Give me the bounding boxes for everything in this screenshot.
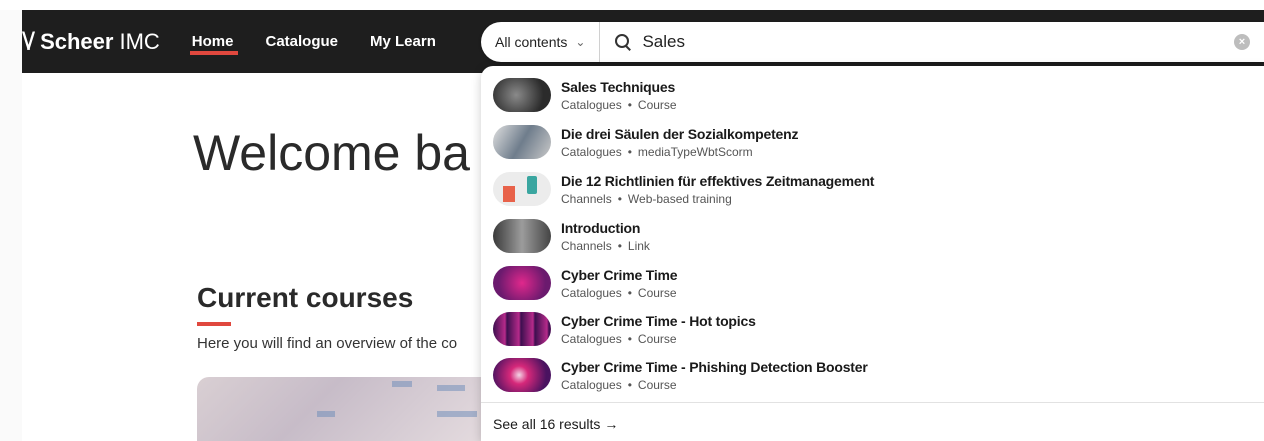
result-title: Introduction xyxy=(561,219,641,236)
welcome-heading: Welcome ba xyxy=(193,125,470,181)
result-title: Die 12 Richtlinien für effektives Zeitma… xyxy=(561,172,875,189)
search-result-item[interactable]: Cyber Crime Time Catalogues • Course xyxy=(493,261,1253,305)
separator-dot: • xyxy=(627,285,632,300)
result-source: Catalogues xyxy=(561,97,622,112)
scheer-logo-mark-icon: \/ xyxy=(22,29,35,54)
course-card[interactable] xyxy=(197,377,497,441)
card-image-detail xyxy=(437,385,465,391)
thumb-detail xyxy=(503,186,515,202)
search-result-item[interactable]: Die 12 Richtlinien für effektives Zeitma… xyxy=(493,167,1253,211)
separator-dot: • xyxy=(617,191,622,206)
result-thumbnail xyxy=(493,172,551,206)
current-courses-heading: Current courses xyxy=(197,282,414,313)
result-type: Course xyxy=(637,377,677,392)
chevron-down-icon: ⌄ xyxy=(575,35,586,49)
search-input[interactable] xyxy=(642,32,1203,52)
left-gutter xyxy=(0,10,22,441)
result-title: Cyber Crime Time - Phishing Detection Bo… xyxy=(561,358,868,375)
separator-dot: • xyxy=(627,377,632,392)
result-meta: Catalogues • Course xyxy=(561,378,868,392)
result-type: Course xyxy=(637,285,677,300)
separator-dot: • xyxy=(627,97,632,112)
result-title: Cyber Crime Time xyxy=(561,266,678,283)
current-courses-description: Here you will find an overview of the co xyxy=(197,335,458,352)
thumb-detail xyxy=(527,176,537,194)
result-type: Course xyxy=(637,97,677,112)
search-result-item[interactable]: Cyber Crime Time - Phishing Detection Bo… xyxy=(493,353,1253,397)
result-title: Cyber Crime Time - Hot topics xyxy=(561,312,756,329)
search-icon xyxy=(614,33,632,51)
divider xyxy=(481,402,1264,403)
result-type: Course xyxy=(637,331,677,346)
result-type: mediaTypeWbtScorm xyxy=(637,144,753,159)
search-result-item[interactable]: Die drei Säulen der Sozialkompetenz Cata… xyxy=(493,120,1253,164)
search-result-item[interactable]: Sales Techniques Catalogues • Course xyxy=(493,73,1253,117)
nav-catalogue[interactable]: Catalogue xyxy=(265,33,338,50)
nav-my-learning[interactable]: My Learn xyxy=(370,33,436,50)
result-source: Catalogues xyxy=(561,285,622,300)
see-all-label: See all 16 results xyxy=(493,416,601,432)
search-scope-dropdown[interactable]: All contents ⌄ xyxy=(481,22,601,62)
logo-text-imc: IMC xyxy=(119,28,160,54)
result-source: Channels xyxy=(561,238,612,253)
heading-accent-bar xyxy=(197,322,231,326)
result-thumbnail xyxy=(493,219,551,253)
result-thumbnail xyxy=(493,312,551,346)
separator-dot: • xyxy=(627,331,632,346)
result-type: Web-based training xyxy=(627,191,732,206)
nav-home[interactable]: Home xyxy=(189,33,238,55)
search-result-item[interactable]: Introduction Channels • Link xyxy=(493,214,1253,258)
global-search-bar: All contents ⌄ × xyxy=(481,22,1264,62)
card-image-detail xyxy=(437,411,477,417)
result-meta: Catalogues • Course xyxy=(561,332,756,346)
separator-dot: • xyxy=(627,144,632,159)
result-thumbnail xyxy=(493,125,551,159)
result-meta: Catalogues • Course xyxy=(561,286,677,300)
result-meta: Catalogues • Course xyxy=(561,98,677,112)
result-type: Link xyxy=(627,238,650,253)
search-results-dropdown: Sales Techniques Catalogues • Course Die d… xyxy=(481,66,1264,441)
see-all-results-link[interactable]: See all 16 results → xyxy=(493,416,618,432)
main-nav: Home Catalogue My Learn xyxy=(189,33,468,55)
result-source: Catalogues xyxy=(561,377,622,392)
scheer-imc-logo[interactable]: \/ Scheer IMC xyxy=(22,29,160,55)
result-source: Catalogues xyxy=(561,144,622,159)
result-thumbnail xyxy=(493,78,551,112)
page-top-margin xyxy=(0,0,1264,10)
result-title: Die drei Säulen der Sozialkompetenz xyxy=(561,125,799,142)
search-result-item[interactable]: Cyber Crime Time - Hot topics Catalogues… xyxy=(493,307,1253,351)
card-image-detail xyxy=(392,381,412,387)
result-thumbnail xyxy=(493,358,551,392)
card-image-detail xyxy=(317,411,335,417)
clear-icon[interactable]: × xyxy=(1234,34,1250,50)
logo-text-scheer: Scheer xyxy=(40,28,114,54)
result-meta: Channels • Link xyxy=(561,239,650,253)
arrow-right-icon: → xyxy=(604,416,619,432)
result-meta: Channels • Web-based training xyxy=(561,192,874,206)
result-source: Catalogues xyxy=(561,331,622,346)
result-source: Channels xyxy=(561,191,612,206)
separator-dot: • xyxy=(617,238,622,253)
search-scope-label: All contents xyxy=(495,34,568,50)
result-title: Sales Techniques xyxy=(561,78,676,95)
result-thumbnail xyxy=(493,266,551,300)
result-meta: Catalogues • mediaTypeWbtScorm xyxy=(561,145,798,159)
